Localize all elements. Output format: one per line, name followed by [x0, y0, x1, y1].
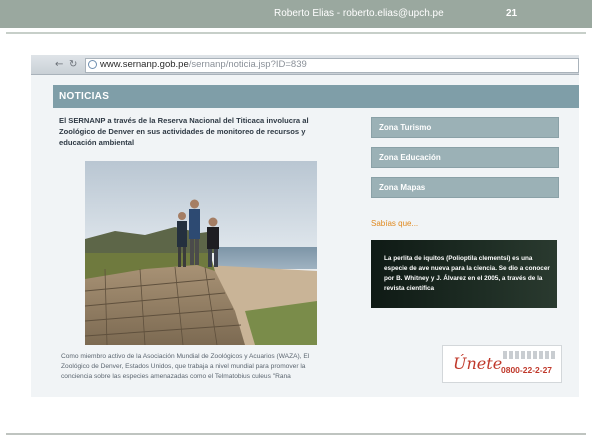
slide-credit: Roberto Elias - roberto.elias@upch.pe — [274, 8, 444, 19]
slide-bottom-border — [6, 433, 586, 435]
section-title: NOTICIAS — [59, 91, 110, 102]
zona-mapas-label: Zona Mapas — [379, 183, 426, 192]
url-path: /sernanp/noticia.jsp?ID=839 — [188, 59, 307, 70]
unete-ad-banner[interactable]: Únete 0800-22-2-27 — [442, 345, 562, 383]
slide-number: 21 — [506, 8, 518, 19]
ad-fine-print — [503, 351, 557, 359]
ad-logo-text: Únete — [453, 354, 503, 373]
zona-educacion-button[interactable]: Zona Educación — [371, 147, 559, 168]
sabias-que-heading: Sabías que... — [371, 219, 419, 228]
globe-icon — [88, 60, 97, 69]
web-page: NOTICIAS El SERNANP a través de la Reser… — [31, 75, 579, 397]
article-title[interactable]: El SERNANP a través de la Reserva Nacion… — [59, 115, 329, 148]
slide-header: Roberto Elias - roberto.elias@upch.pe 21 — [0, 0, 592, 28]
fact-text: La perlita de iquitos (Polioptila clemen… — [384, 255, 550, 292]
fact-banner[interactable]: La perlita de iquitos (Polioptila clemen… — [371, 240, 557, 308]
url-text: www.sernanp.gob.pe/sernanp/noticia.jsp?I… — [100, 59, 307, 70]
ad-phone: 0800-22-2-27 — [501, 365, 553, 375]
browser-screenshot: ← ↻ www.sernanp.gob.pe/sernanp/noticia.j… — [31, 55, 579, 397]
address-bar[interactable]: www.sernanp.gob.pe/sernanp/noticia.jsp?I… — [85, 58, 579, 73]
zona-turismo-label: Zona Turismo — [379, 123, 432, 132]
zona-educacion-label: Zona Educación — [379, 153, 441, 162]
browser-toolbar: ← ↻ www.sernanp.gob.pe/sernanp/noticia.j… — [31, 55, 579, 75]
slide-divider — [6, 32, 586, 34]
article-photo — [85, 161, 317, 345]
url-domain: www.sernanp.gob.pe — [100, 59, 189, 70]
photo-image — [85, 161, 317, 345]
zona-turismo-button[interactable]: Zona Turismo — [371, 117, 559, 138]
reload-icon[interactable]: ↻ — [69, 59, 77, 70]
article-body: Como miembro activo de la Asociación Mun… — [61, 353, 310, 380]
zona-mapas-button[interactable]: Zona Mapas — [371, 177, 559, 198]
back-arrow-icon[interactable]: ← — [55, 59, 63, 70]
section-header: NOTICIAS — [53, 85, 579, 108]
